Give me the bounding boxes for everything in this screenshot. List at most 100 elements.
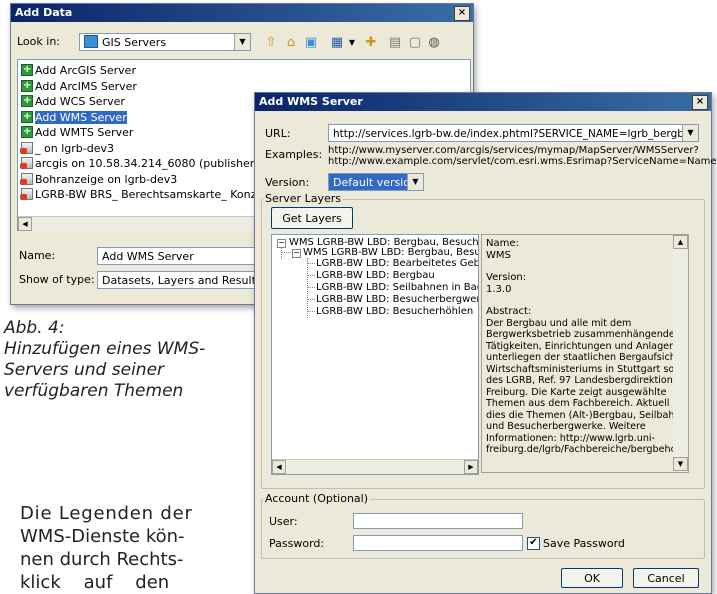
new-folder-icon[interactable]: ✚ (363, 35, 379, 50)
tree-leaf-node[interactable]: LGRB-BW LBD: Seilbahnen in Baden-W (316, 282, 478, 294)
abstract-line: freiburg.de/lgrb/Fachbereiche/bergbehoer… (486, 444, 689, 455)
abstract-line: Themen aus dem Fachbereich. Aktuell sind (486, 398, 689, 409)
gis-servers-icon (84, 35, 98, 48)
prop-version-value: 1.3.0 (486, 283, 512, 295)
user-field[interactable] (353, 513, 523, 529)
prop-version-label: Version: (486, 272, 527, 283)
connect-folder-icon[interactable]: ▣ (303, 35, 319, 50)
add-server-icon (21, 62, 33, 77)
view-dropdown-icon[interactable]: ▼ (344, 35, 360, 50)
figure-caption: Abb. 4: Hinzufügen eines WMS- Servers un… (4, 318, 205, 402)
url-label: URL: (265, 127, 291, 140)
add-server-icon (21, 124, 33, 139)
example-url-2: http://www.example.com/servlet/com.esri.… (328, 156, 717, 167)
abstract-line: Bergwerksbetrieb zusammenhängenden (486, 329, 681, 340)
abstract-line: Wirtschaftsministeriums in Stuttgart sow… (486, 363, 689, 375)
caption-line: Servers und seiner (4, 360, 165, 380)
add-server-icon (21, 78, 33, 93)
chevron-down-icon[interactable]: ▼ (682, 125, 698, 141)
abstract-line: dies die Themen (Alt-)Bergbau, Seilbahne… (486, 409, 689, 421)
scroll-up-icon[interactable]: ▲ (673, 235, 688, 249)
prop-abstract-label: Abstract: (486, 306, 532, 317)
wms-title-bar[interactable]: Add WMS Server (255, 93, 711, 111)
body-line: klick auf den (20, 572, 170, 593)
version-value: Default version (333, 176, 417, 189)
scroll-right-icon[interactable]: ▶ (464, 460, 478, 474)
add-wms-server-dialog: Add WMS Server × URL: http://services.lg… (254, 92, 717, 594)
body-line: nen durch Rechts- (20, 549, 184, 570)
caption-line: Hinzufügen eines WMS- (4, 339, 206, 359)
scroll-down-icon[interactable]: ▼ (673, 457, 688, 471)
look-in-label: Look in: (17, 35, 60, 48)
chevron-down-icon[interactable]: ▼ (234, 34, 250, 50)
wms-title: Add WMS Server (259, 95, 363, 108)
add-data-title-bar[interactable]: Add Data (11, 4, 473, 22)
add-data-title: Add Data (15, 6, 73, 19)
home-icon[interactable]: ⌂ (283, 35, 299, 50)
tree-connector (307, 311, 315, 312)
examples-label: Examples: (265, 148, 323, 161)
password-label: Password: (269, 537, 325, 550)
list-horizontal-scrollbar[interactable]: ◀ (18, 216, 258, 231)
abstract-line: Der Bergbau und alle mit dem (486, 317, 632, 329)
version-combo[interactable]: Default version ▼ (328, 173, 424, 191)
ok-button[interactable]: OK (561, 568, 623, 588)
tree-leaf-node[interactable]: LGRB-BW LBD: Bearbeitetes Gebiet (316, 258, 478, 270)
name-field[interactable]: Add WMS Server (97, 247, 257, 265)
password-field[interactable] (353, 535, 523, 551)
abstract-line: unterliegen der staatlichen Bergaufsicht… (486, 352, 689, 363)
get-layers-button[interactable]: Get Layers (271, 207, 353, 229)
delete-icon[interactable]: ▢ (407, 35, 423, 50)
collapse-icon[interactable]: − (292, 249, 301, 258)
tree-leaf-node[interactable]: LGRB-BW LBD: Besucherhöhlen (316, 306, 473, 318)
list-item-label: arcgis on 10.58.34.214_6080 (publisher) (35, 157, 259, 170)
show-of-type-value: Datasets, Layers and Results (102, 274, 257, 287)
tree-leaf-node[interactable]: LGRB-BW LBD: Bergbau (316, 270, 435, 282)
show-of-type-label: Show of type: (19, 273, 95, 286)
account-label: Account (Optional) (263, 492, 371, 505)
user-label: User: (269, 515, 298, 528)
scroll-left-icon[interactable]: ◀ (272, 460, 286, 474)
name-label: Name: (19, 249, 56, 262)
tree-horizontal-scrollbar[interactable]: ◀ ▶ (272, 459, 478, 474)
show-of-type-combo[interactable]: Datasets, Layers and Results (97, 271, 257, 289)
tree-leaf-node[interactable]: LGRB-BW LBD: Besucherbergwerke (316, 294, 478, 306)
tree-connector (307, 275, 315, 276)
add-data-close-button[interactable]: × (454, 6, 470, 21)
connect-icon[interactable]: ◍ (426, 35, 442, 50)
props-vertical-scrollbar[interactable]: ▲ ▼ (673, 235, 688, 472)
catalog-icon[interactable]: ▤ (387, 35, 403, 50)
abstract-line: des LGRB, Ref. 97 Landesbergdirektion in (486, 375, 685, 386)
look-in-combo[interactable]: GIS Servers ▼ (79, 33, 251, 51)
caption-line: Abb. 4: (4, 318, 65, 338)
abstract-line: Informationen: http://www.lgrb.uni- (486, 432, 656, 444)
prop-name-label: Name: (486, 238, 519, 249)
caption-line: verfügbaren Themen (4, 381, 184, 401)
server-layers-label: Server Layers (263, 192, 343, 205)
tree-connector (307, 287, 315, 288)
version-label: Version: (265, 176, 310, 189)
save-password-checkbox[interactable]: ✔ (527, 537, 540, 550)
layer-tree[interactable]: − WMS LGRB-BW LBD: Bergbau, Besucherberg… (271, 234, 479, 475)
list-item-label: _ on lgrb-dev3 (35, 141, 114, 155)
list-item-label: Add ArcIMS Server (35, 79, 137, 93)
add-server-icon (21, 93, 33, 108)
list-item-label: Add ArcGIS Server (35, 64, 136, 77)
tree-connector (307, 263, 315, 264)
list-item-label: Add WMTS Server (35, 126, 134, 139)
list-item[interactable]: Add ArcGIS Server (18, 62, 470, 79)
list-item-label: Add WMS Server (35, 110, 127, 124)
up-folder-icon[interactable]: ⇧ (263, 35, 279, 50)
add-server-icon (21, 109, 33, 124)
view-menu-icon[interactable]: ▦ (329, 35, 345, 50)
wms-close-button[interactable]: × (692, 95, 708, 110)
server-icon (20, 157, 33, 169)
url-combo[interactable]: http://services.lgrb-bw.de/index.phtml?S… (328, 124, 699, 142)
body-line: WMS-Dienste kön- (20, 526, 185, 547)
scroll-left-icon[interactable]: ◀ (18, 217, 32, 231)
layer-properties-panel: Name: WMS Version: 1.3.0 Abstract: Der B… (481, 234, 689, 473)
body-paragraph: Die Legenden der WMS-Dienste kön- nen du… (20, 502, 240, 594)
cancel-button[interactable]: Cancel (633, 568, 699, 588)
chevron-down-icon[interactable]: ▼ (407, 174, 423, 190)
tree-connector (307, 299, 315, 300)
